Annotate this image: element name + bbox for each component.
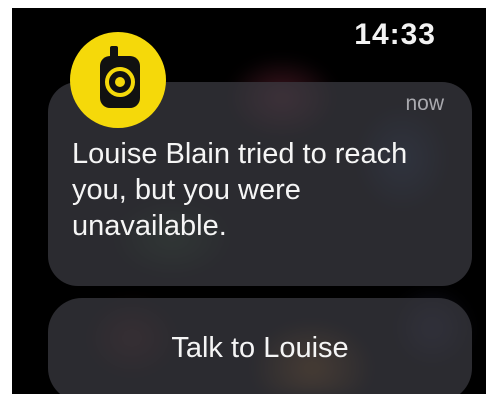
- notification-timestamp: now: [405, 92, 444, 115]
- talk-button-label: Talk to Louise: [171, 331, 349, 364]
- walkie-talkie-app-icon: [70, 32, 166, 128]
- talk-to-louise-button[interactable]: Talk to Louise: [48, 298, 472, 394]
- walkie-talkie-icon: [70, 32, 166, 128]
- watch-screen: 14:33 now Louise Blain tried to reach yo…: [12, 8, 486, 394]
- notification-message: Louise Blain tried to reach you, but you…: [72, 138, 408, 242]
- clock-time: 14:33: [354, 18, 436, 51]
